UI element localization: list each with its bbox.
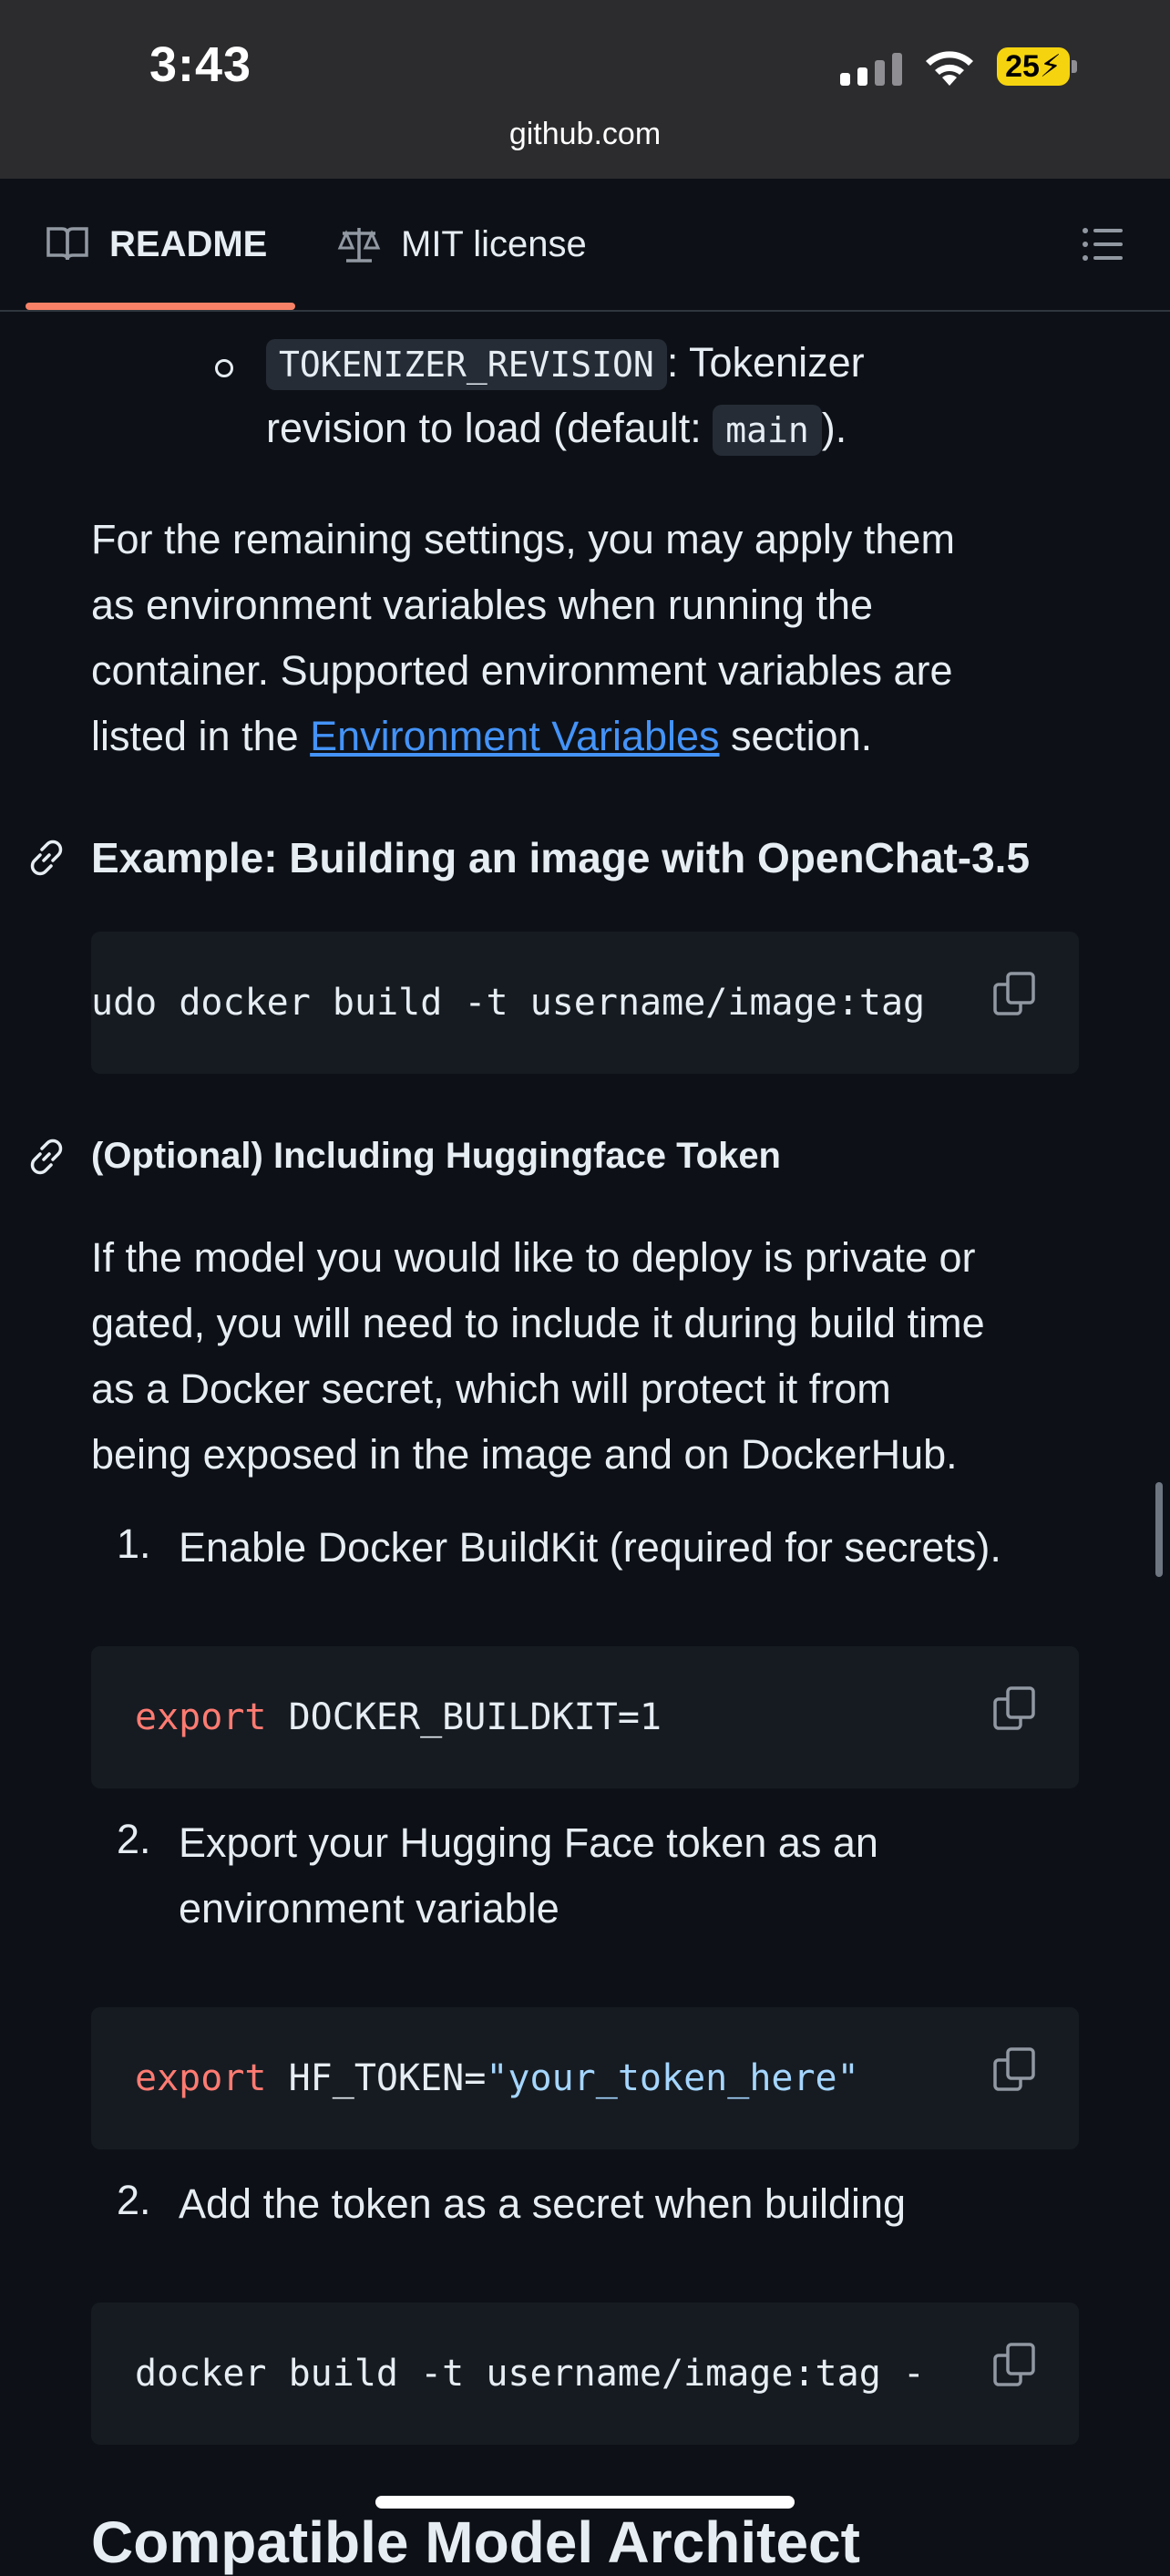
copy-icon[interactable] — [991, 1685, 1037, 1732]
code-string: "your_token_here" — [486, 2057, 859, 2099]
tokenizer-text: : Tokenizer — [666, 339, 865, 386]
tokenizer-default-text: revision to load (default: — [266, 405, 713, 451]
remaining-line1: For the remaining settings, you may appl… — [91, 516, 955, 562]
optional-line2: gated, you will need to include it durin… — [91, 1300, 985, 1346]
next-section-heading: Compatible Model Architect — [91, 2509, 860, 2575]
tokenizer-end-text: ). — [821, 405, 847, 451]
step-3-text: Add the token as a secret when building — [179, 2180, 907, 2227]
list-bullet — [215, 359, 233, 377]
step-2-text-line1: Export your Hugging Face token as an — [179, 1819, 878, 1866]
tokenizer-item-line1: TOKENIZER_REVISION: Tokenizer — [266, 330, 865, 397]
optional-line1: If the model you would like to deploy is… — [91, 1234, 976, 1281]
wifi-icon — [926, 51, 973, 86]
code-keyword: export — [135, 1696, 267, 1738]
remaining-line4-pre: listed in the — [91, 713, 311, 759]
code-rest: HF_TOKEN= — [266, 2057, 487, 2099]
battery-icon: 25⚡ — [997, 47, 1070, 86]
file-tabs: README MIT license — [0, 179, 1170, 312]
code-example-text: udo docker build -t username/image:tag — [91, 982, 926, 1024]
home-indicator[interactable] — [375, 2496, 795, 2509]
code-block-example: udo docker build -t username/image:tag — [91, 932, 1079, 1074]
code-hf-token-text: export HF_TOKEN="your_token_here" — [135, 2007, 859, 2149]
tokenizer-code: TOKENIZER_REVISION — [266, 339, 667, 390]
table-of-contents-icon[interactable] — [1081, 222, 1124, 266]
code-buildkit-text: export DOCKER_BUILDKIT=1 — [135, 1646, 662, 1788]
status-bar: 3:43 25⚡ github.com — [0, 0, 1170, 179]
law-scale-icon — [337, 228, 381, 263]
cellular-signal-icon — [840, 53, 902, 86]
heading-optional-token: (Optional) Including Huggingface Token — [91, 1135, 781, 1176]
code-build-secret-text: docker build -t username/image:tag - — [135, 2353, 925, 2395]
copy-icon[interactable] — [991, 970, 1037, 1017]
step-1-text: Enable Docker BuildKit (required for sec… — [179, 1524, 1001, 1571]
step-2-text-line2: environment variable — [179, 1885, 559, 1932]
tab-license-label: MIT license — [401, 223, 587, 264]
battery-level: 25 — [1005, 49, 1040, 84]
address-bar[interactable]: github.com — [0, 117, 1170, 152]
remaining-line2: as environment variables when running th… — [91, 582, 874, 628]
code-block-hf-token: export HF_TOKEN="your_token_here" — [91, 2007, 1079, 2149]
link-anchor-icon[interactable] — [26, 1136, 67, 1178]
tab-license[interactable]: MIT license — [337, 179, 587, 310]
heading-example: Example: Building an image with OpenChat… — [91, 834, 1031, 881]
tokenizer-item-line2: revision to load (default: main). — [266, 396, 847, 463]
optional-line4: being exposed in the image and on Docker… — [91, 1431, 958, 1478]
scrollbar[interactable] — [1155, 1482, 1163, 1577]
copy-icon[interactable] — [991, 2045, 1037, 2093]
step-number: 1. — [117, 1520, 151, 1567]
tab-readme-label: README — [109, 223, 268, 264]
readme-content: TOKENIZER_REVISION: Tokenizer revision t… — [0, 312, 1170, 2532]
step-number: 2. — [117, 2177, 151, 2223]
environment-variables-link[interactable]: Environment Variables — [310, 713, 719, 759]
step-number: 2. — [117, 1816, 151, 1862]
link-anchor-icon[interactable] — [26, 837, 67, 879]
tab-active-indicator — [26, 303, 295, 310]
code-rest: DOCKER_BUILDKIT=1 — [266, 1696, 662, 1738]
copy-icon[interactable] — [991, 2341, 1037, 2388]
code-block-buildkit: export DOCKER_BUILDKIT=1 — [91, 1646, 1079, 1788]
book-icon — [46, 227, 88, 261]
code-block-build-secret: docker build -t username/image:tag - — [91, 2303, 1079, 2445]
remaining-line4: listed in the Environment Variables sect… — [91, 704, 872, 769]
code-keyword: export — [135, 2057, 267, 2099]
optional-line3: as a Docker secret, which will protect i… — [91, 1365, 891, 1412]
tab-readme[interactable]: README — [46, 179, 267, 310]
remaining-line3: container. Supported environment variabl… — [91, 647, 953, 694]
battery-cap — [1072, 60, 1077, 73]
default-main-code: main — [713, 405, 822, 456]
status-time: 3:43 — [149, 37, 252, 92]
remaining-line4-post: section. — [719, 713, 873, 759]
